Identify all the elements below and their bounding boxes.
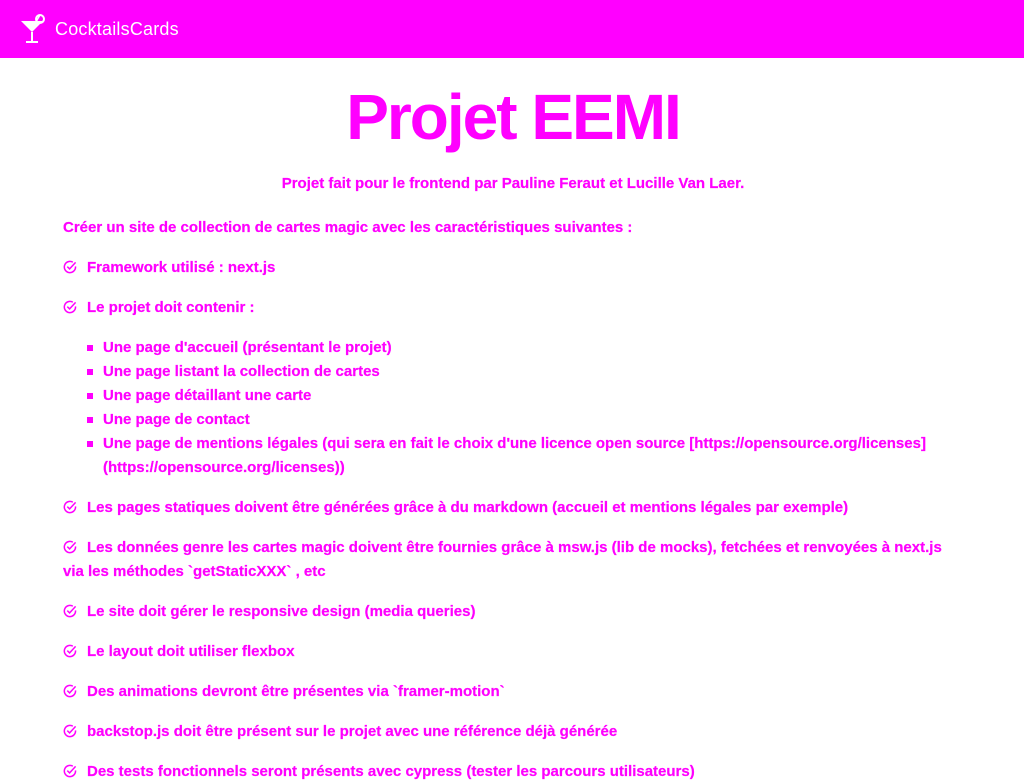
list-item: Une page listant la collection de cartes [87,360,963,384]
bullet-marker [87,441,93,447]
page-title: Projet EEMI [346,81,682,153]
bullet-marker [87,393,93,399]
check-item-backstop: backstop.js doit être présent sur le pro… [63,720,963,744]
check-item-label: Le layout doit utiliser flexbox [87,643,295,660]
main-content: Projet EEMI Projet fait pour le frontend… [63,58,963,784]
check-circle-icon [63,644,77,658]
check-item-contents: Le projet doit contenir : [63,296,963,320]
list-item-label: Une page détaillant une carte [103,387,312,404]
list-item: Une page d'accueil (présentant le projet… [87,336,963,360]
check-item-label: Le site doit gérer le responsive design … [87,603,476,620]
pages-list: Une page d'accueil (présentant le projet… [63,336,963,480]
check-circle-icon [63,300,77,314]
check-circle-icon [63,764,77,778]
bullet-marker [87,345,93,351]
list-item: Une page de mentions légales (qui sera e… [87,432,963,480]
list-item-label: Une page de mentions légales (qui sera e… [103,435,926,476]
cocktail-glass-icon [21,14,45,43]
list-item-label: Une page de contact [103,411,250,428]
check-item-label: Framework utilisé : next.js [87,259,276,276]
bullet-marker [87,369,93,375]
check-item-framework: Framework utilisé : next.js [63,256,963,280]
check-circle-icon [63,540,77,554]
intro-text: Créer un site de collection de cartes ma… [63,219,633,236]
check-item-label: Les données genre les cartes magic doive… [63,539,942,580]
check-item-animations: Des animations devront être présentes vi… [63,680,963,704]
check-item-markdown: Les pages statiques doivent être générée… [63,496,963,520]
check-item-label: Des tests fonctionnels seront présents a… [87,763,695,780]
list-item: Une page détaillant une carte [87,384,963,408]
brand-link[interactable]: CocktailsCards [18,13,179,45]
check-circle-icon [63,604,77,618]
check-item-label: Les pages statiques doivent être générée… [87,499,849,516]
list-item: Une page de contact [87,408,963,432]
check-item-mocks: Les données genre les cartes magic doive… [63,536,963,584]
list-item-label: Une page listant la collection de cartes [103,363,380,380]
check-circle-icon [63,260,77,274]
check-item-label: Le projet doit contenir : [87,299,255,316]
check-item-label: backstop.js doit être présent sur le pro… [87,723,618,740]
check-circle-icon [63,684,77,698]
list-item-label: Une page d'accueil (présentant le projet… [103,339,392,356]
check-item-responsive: Le site doit gérer le responsive design … [63,600,963,624]
check-circle-icon [63,724,77,738]
check-item-label: Des animations devront être présentes vi… [87,683,505,700]
check-item-cypress: Des tests fonctionnels seront présents a… [63,760,963,784]
navbar: CocktailsCards [0,0,1024,58]
brand-name: CocktailsCards [55,18,179,39]
authors-text: Projet fait pour le frontend par Pauline… [281,175,745,192]
check-item-flexbox: Le layout doit utiliser flexbox [63,640,963,664]
check-circle-icon [63,500,77,514]
bullet-marker [87,417,93,423]
